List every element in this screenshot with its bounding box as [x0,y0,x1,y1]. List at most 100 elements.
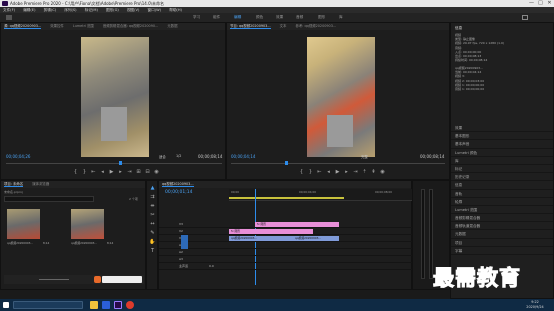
video-clip-v1[interactable]: qq视频20200903... [229,236,293,241]
workspace-libraries[interactable]: 库 [339,13,343,22]
panel-markers[interactable]: 标记 [451,165,553,174]
tab-audio-clip-mixer[interactable]: 音频剪辑混合器: qq视频2020090... [103,24,158,28]
menu-edit[interactable]: 编辑(E) [23,8,35,12]
tab-project[interactable]: 项目: 未命名 [4,182,24,187]
word-icon[interactable] [102,301,110,309]
menu-file[interactable]: 文件(F) [3,8,15,12]
lift-icon[interactable]: ⇡ [360,169,369,176]
panel-history[interactable]: 历史记录 [451,173,553,182]
windows-start-icon[interactable] [3,302,9,308]
play-icon[interactable]: ▶ [107,169,116,176]
mark-out-icon[interactable]: } [306,169,315,176]
hand-tool-icon[interactable]: ✋ [149,239,156,246]
slip-tool-icon[interactable]: ↔ [149,221,156,228]
source-timecode[interactable]: 00;00;04;26 [6,154,30,159]
timeline-timecode[interactable]: 00;00;01;14 [165,190,192,195]
program-scrub-bar[interactable] [231,163,445,164]
project-item-thumbnail[interactable] [71,209,104,239]
panel-essential-graphics[interactable]: 基本图形 [451,132,553,141]
tab-effect-controls[interactable]: 效果控件 [50,24,64,28]
panel-project[interactable]: 项目 [451,239,553,247]
tab-text[interactable]: 文本 [280,24,287,28]
step-back-icon[interactable]: ◂ [98,169,107,176]
tab-source[interactable]: 源: qq视频20200903... [4,24,42,29]
search-icon[interactable] [522,15,528,20]
timeline-ruler[interactable]: 00;00 00;00;04;00 00;00;08;00 [229,189,413,201]
workspace-effects[interactable]: 效果 [276,13,283,22]
pen-tool-icon[interactable]: ✎ [149,230,156,237]
export-frame-icon[interactable]: ◉ [152,169,161,176]
work-area-bar[interactable] [229,197,344,199]
step-back-icon[interactable]: ◂ [324,169,333,176]
premiere-taskbar-icon[interactable] [114,301,122,309]
selection-tool-icon[interactable]: ▲ [149,185,156,192]
go-to-in-icon[interactable]: ⇤ [315,169,324,176]
workspace-audio[interactable]: 音频 [296,13,303,22]
razor-tool-icon[interactable]: ✂ [149,212,156,219]
tab-program[interactable]: 节目: qq视频20200903... [230,24,271,29]
panel-outline[interactable]: 轮廓 [451,198,553,206]
master-volume[interactable]: 0.0 [209,264,214,268]
program-timecode[interactable]: 00;00;04;14 [231,154,255,159]
track-target-v1[interactable] [181,235,188,249]
tab-metadata[interactable]: 元数据 [167,24,177,28]
panel-lumetri-scopes[interactable]: Lumetri 范围 [451,206,553,215]
project-search-input[interactable] [4,196,94,202]
menu-clip[interactable]: 剪辑(C) [44,8,57,12]
mark-in-icon[interactable]: { [71,169,80,176]
workspace-color[interactable]: 颜色 [256,13,263,22]
workspace-assembly[interactable]: 组件 [213,13,220,22]
source-scrub-bar[interactable] [6,163,222,164]
menu-marker[interactable]: 标记(M) [85,8,98,12]
panel-audio-track-mixer[interactable]: 音频轨道混合器 [451,222,553,231]
mark-in-icon[interactable]: { [297,169,306,176]
workspace-learn[interactable]: 学习 [193,13,200,22]
step-forward-icon[interactable]: ▸ [116,169,125,176]
tab-lumetri-scopes[interactable]: Lumetri 范围 [73,24,94,28]
panel-lumetri-color[interactable]: Lumetri 颜色 [451,149,553,157]
source-resolution-select[interactable]: 1/2 [176,154,181,158]
panel-libraries[interactable]: 库 [451,157,553,165]
insert-icon[interactable]: ⊞ [134,169,143,176]
project-item-thumbnail[interactable] [7,209,40,239]
panel-info[interactable]: 信息 [451,181,553,190]
panel-audio-tracks[interactable]: 音轨 [451,190,553,198]
program-playhead[interactable] [285,161,288,165]
go-to-out-icon[interactable]: ⇥ [351,169,360,176]
home-icon[interactable] [6,15,12,20]
menu-view[interactable]: 视图(V) [127,8,139,12]
overwrite-icon[interactable]: ⊟ [143,169,152,176]
ripple-edit-tool-icon[interactable]: ⇹ [149,203,156,210]
system-clock[interactable]: 9:22 2020/9/24 [520,300,550,310]
panel-essential-sound[interactable]: 基本声音 [451,140,553,149]
source-fit-select[interactable]: 适合 [159,154,166,159]
menu-help[interactable]: 帮助(H) [169,8,182,12]
program-fit-select[interactable]: 完整 [361,154,368,159]
menu-window[interactable]: 窗口(W) [148,8,162,12]
zoom-slider[interactable] [39,279,69,280]
close-button[interactable]: ✕ [545,0,554,7]
tab-media-browser[interactable]: 媒体浏览器 [32,182,49,186]
menu-graphics[interactable]: 图形(G) [106,8,119,12]
track-select-tool-icon[interactable]: ⇉ [149,194,156,201]
graphic-clip-v2[interactable]: fx 图形 [229,229,313,234]
type-tool-icon[interactable]: T [149,248,156,255]
workspace-graphics[interactable]: 图形 [318,13,325,22]
panel-captions[interactable]: 字幕 [451,247,553,255]
maximize-button[interactable]: □ [536,0,545,7]
panel-effects[interactable]: 效果 [451,124,553,133]
extract-icon[interactable]: ⇞ [369,169,378,176]
step-forward-icon[interactable]: ▸ [342,169,351,176]
taskbar-search-input[interactable] [13,301,83,309]
go-to-in-icon[interactable]: ⇤ [89,169,98,176]
menu-sequence[interactable]: 序列(S) [64,8,76,12]
play-icon[interactable]: ▶ [333,169,342,176]
chrome-icon[interactable] [126,301,134,309]
mark-out-icon[interactable]: } [80,169,89,176]
source-playhead[interactable] [119,161,122,165]
graphic-clip-v3[interactable]: fx 图形 [255,222,339,227]
video-clip-v1-b[interactable]: qq视频20200903... [293,236,339,241]
minimize-button[interactable]: — [527,0,536,7]
tab-reference[interactable]: 参考: qq视频20200903... [296,24,337,28]
cloud-icon[interactable] [94,276,101,283]
